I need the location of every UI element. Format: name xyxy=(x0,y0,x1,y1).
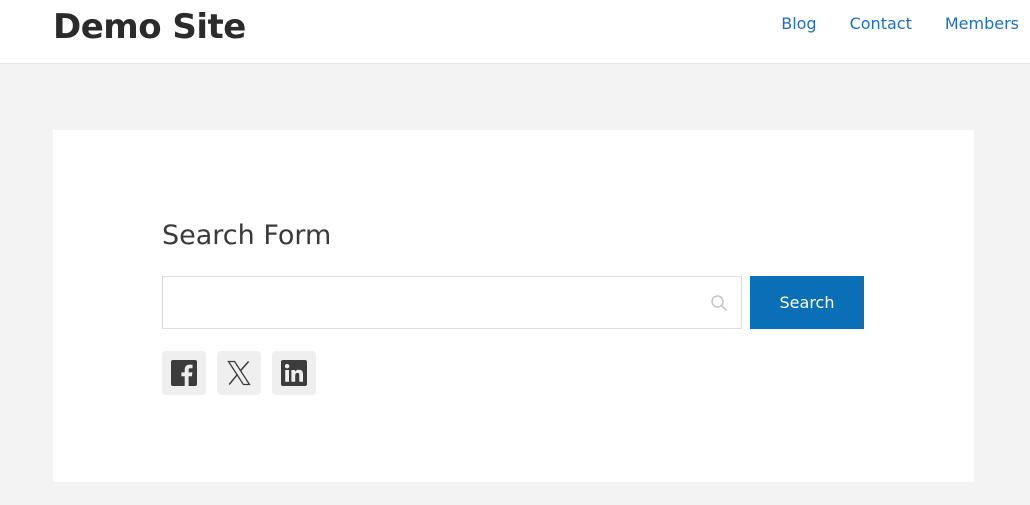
facebook-link[interactable] xyxy=(162,351,206,395)
linkedin-icon xyxy=(281,360,307,386)
main-navigation: Blog Contact Members xyxy=(781,0,1030,48)
search-button[interactable]: Search xyxy=(750,276,864,329)
content-card: Search Form Search xyxy=(53,130,974,482)
search-form-heading: Search Form xyxy=(162,220,332,251)
x-twitter-icon xyxy=(227,360,251,386)
facebook-icon xyxy=(171,360,197,386)
search-input[interactable] xyxy=(163,277,741,328)
search-field-wrapper xyxy=(162,276,742,329)
nav-link-members[interactable]: Members xyxy=(945,14,1019,34)
linkedin-link[interactable] xyxy=(272,351,316,395)
x-twitter-link[interactable] xyxy=(217,351,261,395)
site-title-link[interactable]: Demo Site xyxy=(53,7,246,47)
site-header: Demo Site Blog Contact Members xyxy=(0,0,1030,64)
nav-link-blog[interactable]: Blog xyxy=(781,14,816,34)
nav-link-contact[interactable]: Contact xyxy=(850,14,912,34)
social-links xyxy=(162,351,316,395)
search-icon xyxy=(711,295,727,311)
